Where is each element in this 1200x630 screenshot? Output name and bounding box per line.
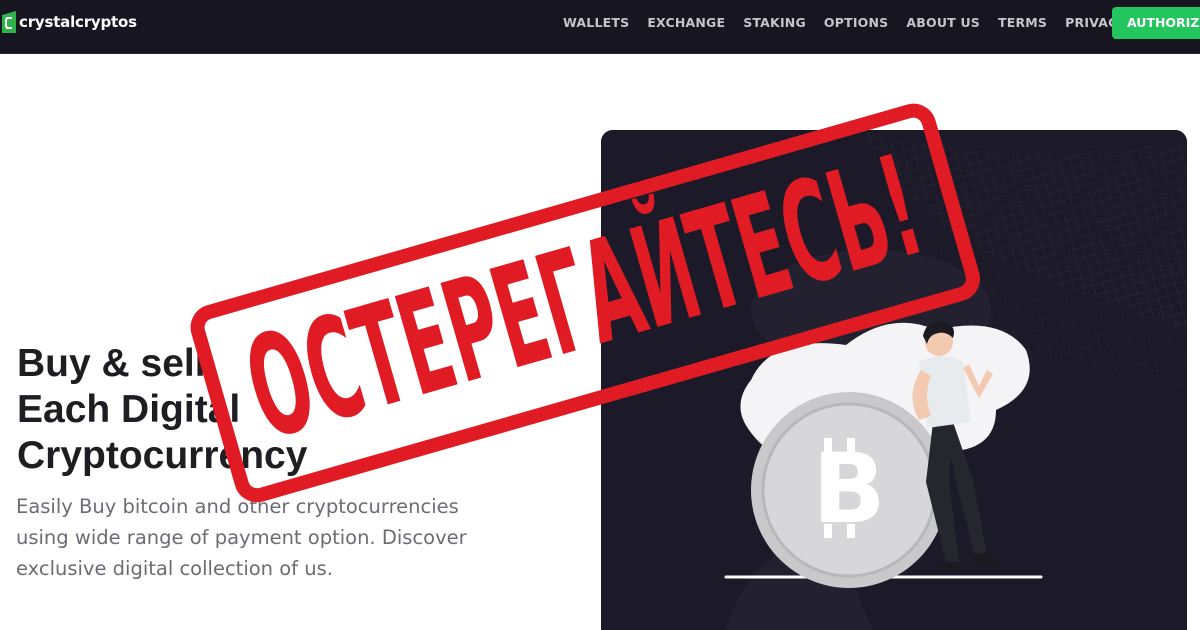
nav-item-terms[interactable]: TERMS bbox=[998, 15, 1047, 30]
nav-item-exchange[interactable]: EXCHANGE bbox=[647, 15, 725, 30]
top-navbar: crystalcryptos WALLETS EXCHANGE STAKING … bbox=[0, 0, 1200, 54]
logo-icon bbox=[2, 11, 16, 33]
nav-item-staking[interactable]: STAKING bbox=[743, 15, 806, 30]
hero-illustration-panel: B bbox=[601, 130, 1187, 630]
brand-name: crystalcryptos bbox=[19, 13, 137, 31]
hero-description-line: using wide range of payment option. Disc… bbox=[16, 526, 467, 549]
hero-description: Easily Buy bitcoin and other cryptocurre… bbox=[16, 491, 506, 584]
crypto-illustration: B bbox=[601, 130, 1187, 630]
hero-title-line: Buy & sell bbox=[17, 342, 206, 385]
hero-description-line: Easily Buy bitcoin and other cryptocurre… bbox=[16, 495, 459, 518]
nav-item-options[interactable]: OPTIONS bbox=[824, 15, 888, 30]
hero-title-line: Each Digital bbox=[17, 388, 241, 431]
authorize-button[interactable]: AUTHORIZE bbox=[1112, 7, 1200, 39]
hero-title-line: Cryptocurrency bbox=[17, 434, 308, 477]
bitcoin-coin-icon: B bbox=[751, 392, 947, 588]
hero-title: Buy & sell Each Digital Cryptocurrency bbox=[17, 341, 577, 479]
page: crystalcryptos WALLETS EXCHANGE STAKING … bbox=[0, 0, 1200, 630]
main-nav: WALLETS EXCHANGE STAKING OPTIONS ABOUT U… bbox=[563, 0, 1127, 45]
nav-item-wallets[interactable]: WALLETS bbox=[563, 15, 629, 30]
brand-logo[interactable]: crystalcryptos bbox=[2, 11, 137, 33]
nav-item-about-us[interactable]: ABOUT US bbox=[906, 15, 980, 30]
hero-description-line: exclusive digital collection of us. bbox=[16, 557, 333, 580]
